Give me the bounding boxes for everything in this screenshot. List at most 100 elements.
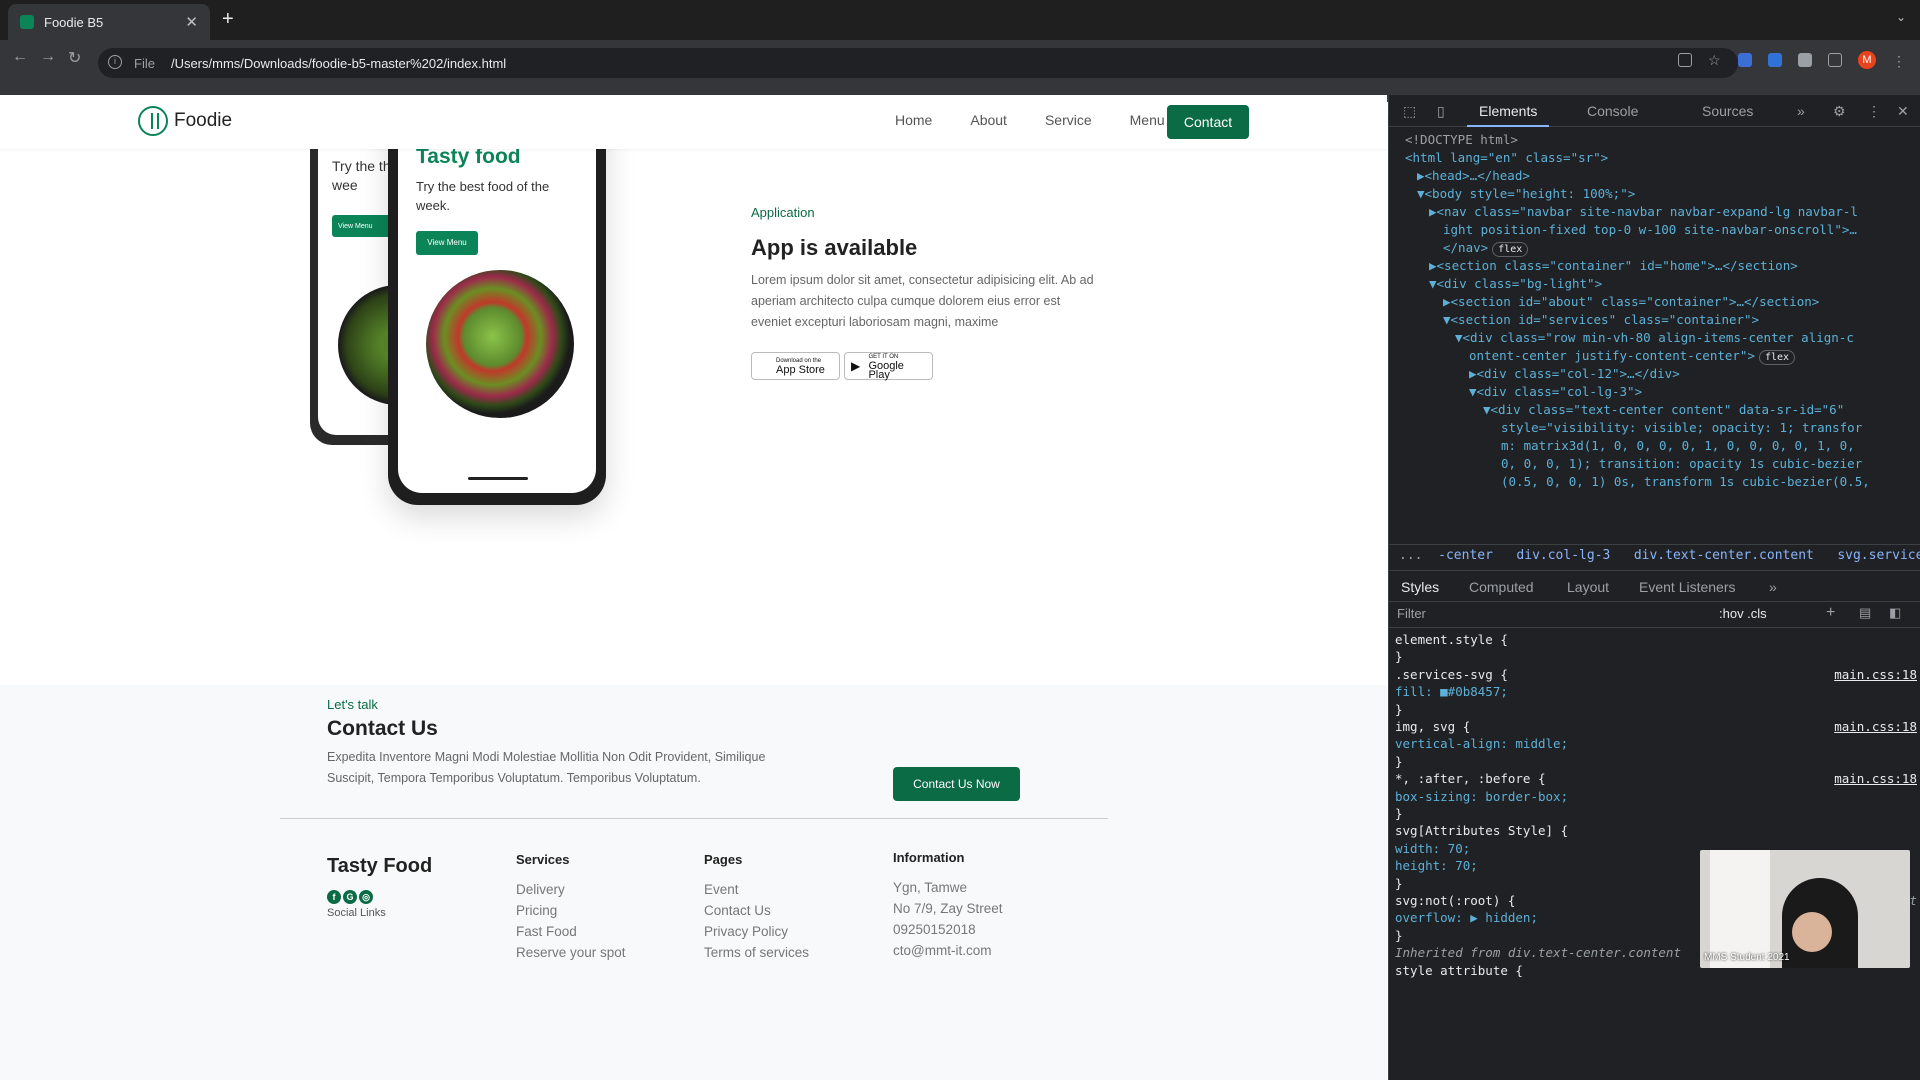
footer-link[interactable]: Privacy Policy bbox=[704, 921, 809, 942]
style-rule-line: svg:not(:root) { bbox=[1395, 893, 1516, 908]
crumb[interactable]: div.col-lg-3 bbox=[1516, 548, 1610, 563]
instagram-icon[interactable]: ◎ bbox=[359, 890, 373, 904]
dom-node-line[interactable]: style="visibility: visible; opacity: 1; … bbox=[1501, 419, 1862, 437]
information-heading: Information bbox=[893, 850, 965, 865]
extension-f-icon[interactable] bbox=[1768, 53, 1782, 67]
flex-badge[interactable]: flex bbox=[1492, 242, 1529, 257]
style-rule-line: svg[Attributes Style] { bbox=[1395, 823, 1569, 839]
styles-filter-input[interactable]: Filter bbox=[1397, 606, 1426, 621]
style-source-link[interactable]: main.css:18 bbox=[1834, 666, 1917, 683]
dom-node-line[interactable]: (0.5, 0, 0, 1) 0s, transform 1s cubic-be… bbox=[1501, 473, 1870, 491]
share-icon[interactable] bbox=[1678, 53, 1692, 67]
settings-gear-icon[interactable]: ⚙ bbox=[1833, 103, 1849, 119]
close-tab-icon[interactable]: ✕ bbox=[185, 13, 198, 31]
nav-contact-button[interactable]: Contact bbox=[1167, 105, 1249, 139]
dom-node-line[interactable]: ▼<body style="height: 100%;"> bbox=[1417, 185, 1635, 203]
crumb[interactable]: ... bbox=[1399, 548, 1422, 563]
dom-node-line[interactable]: <html lang="en" class="sr"> bbox=[1405, 149, 1608, 167]
facebook-icon[interactable]: f bbox=[327, 890, 341, 904]
tab-elements[interactable]: Elements bbox=[1466, 103, 1550, 127]
app-store-button[interactable]: Download on the App Store bbox=[751, 352, 840, 380]
page-viewport: Foodie Home About Service Menu Contact T… bbox=[0, 95, 1387, 1080]
browser-tab[interactable]: Foodie B5 ✕ bbox=[8, 4, 210, 40]
devtools-tabs: ⬚ ▯ Elements Console Sources » ⚙ ⋮ ✕ bbox=[1389, 95, 1920, 127]
nav-home[interactable]: Home bbox=[895, 112, 932, 128]
footer-link[interactable]: Event bbox=[704, 879, 809, 900]
hov-cls-toggles[interactable]: :hov .cls bbox=[1719, 606, 1767, 621]
style-rule-line: .services-svg { bbox=[1395, 666, 1508, 682]
new-tab-button[interactable]: + bbox=[222, 8, 234, 31]
dom-node-line[interactable]: <!DOCTYPE html> bbox=[1405, 131, 1518, 149]
nav-about[interactable]: About bbox=[970, 112, 1007, 128]
inspect-element-icon[interactable]: ⬚ bbox=[1403, 103, 1419, 119]
subtab-layout[interactable]: Layout bbox=[1567, 579, 1609, 595]
computed-toggle-icon[interactable]: ▤ bbox=[1859, 605, 1871, 621]
close-devtools-icon[interactable]: ✕ bbox=[1897, 103, 1913, 119]
style-source-link[interactable]: main.css:18 bbox=[1834, 718, 1917, 735]
dom-node-line[interactable]: ▼<div class="row min-vh-80 align-items-c… bbox=[1455, 329, 1854, 347]
extensions-puzzle-icon[interactable] bbox=[1798, 53, 1812, 67]
crumb[interactable]: -center bbox=[1438, 548, 1493, 563]
more-tabs-icon[interactable]: » bbox=[1797, 103, 1813, 119]
footer-link[interactable]: Terms of services bbox=[704, 942, 809, 963]
dom-node-line[interactable]: ▶<div class="col-12">…</div> bbox=[1469, 365, 1680, 383]
reload-icon[interactable]: ↻ bbox=[68, 48, 81, 68]
device-toolbar-icon[interactable]: ▯ bbox=[1437, 103, 1453, 119]
dom-node-line[interactable]: 0, 0, 0, 1); transition: opacity 1s cubi… bbox=[1501, 455, 1862, 473]
style-source-link[interactable]: main.css:18 bbox=[1834, 770, 1917, 787]
footer-link[interactable]: Reserve your spot bbox=[516, 942, 626, 963]
dom-node-line[interactable]: ▶<section id="about" class="container">…… bbox=[1443, 293, 1819, 311]
subtab-event-listeners[interactable]: Event Listeners bbox=[1639, 579, 1736, 595]
contact-section: Let's talk Contact Us Expedita Inventore… bbox=[0, 685, 1387, 1080]
footer-link[interactable]: Fast Food bbox=[516, 921, 626, 942]
footer-link[interactable]: Pricing bbox=[516, 900, 626, 921]
dom-node-line[interactable]: ight position-fixed top-0 w-100 site-nav… bbox=[1443, 221, 1857, 239]
devtools-menu-icon[interactable]: ⋮ bbox=[1867, 103, 1883, 119]
crumb[interactable]: div.text-center.content bbox=[1634, 548, 1814, 563]
dom-node-line[interactable]: ▶<section class="container" id="home">…<… bbox=[1429, 257, 1798, 275]
dom-node-line[interactable]: ▼<div class="text-center content" data-s… bbox=[1483, 401, 1844, 419]
contact-us-now-button[interactable]: Contact Us Now bbox=[893, 767, 1020, 801]
side-panel-icon[interactable] bbox=[1828, 53, 1842, 67]
profile-avatar[interactable]: M bbox=[1858, 51, 1876, 69]
footer-link[interactable]: Contact Us bbox=[704, 900, 809, 921]
dom-node-line[interactable]: ▼<div class="col-lg-3"> bbox=[1469, 383, 1642, 401]
more-subtabs-icon[interactable]: » bbox=[1769, 579, 1777, 595]
tab-sources[interactable]: Sources bbox=[1702, 103, 1753, 119]
dom-node-line[interactable]: m: matrix3d(1, 0, 0, 0, 0, 1, 0, 0, 0, 0… bbox=[1501, 437, 1855, 455]
footer-link[interactable]: Delivery bbox=[516, 879, 626, 900]
flex-badge[interactable]: flex bbox=[1758, 350, 1796, 365]
nav-service[interactable]: Service bbox=[1045, 112, 1092, 128]
address-bar[interactable]: i File /Users/mms/Downloads/foodie-b5-ma… bbox=[98, 48, 1738, 78]
extension-shield-icon[interactable] bbox=[1738, 53, 1752, 67]
dom-tree[interactable]: <!DOCTYPE html> <html lang="en" class="sr… bbox=[1389, 131, 1920, 533]
nav-menu[interactable]: Menu bbox=[1130, 112, 1165, 128]
site-navbar: Foodie Home About Service Menu Contact bbox=[0, 95, 1387, 149]
phone-subtitle: Try the best food of the week. bbox=[416, 179, 550, 213]
new-rule-icon[interactable]: + bbox=[1826, 604, 1835, 622]
site-info-icon[interactable]: i bbox=[108, 55, 122, 69]
dom-node-line[interactable]: ▼<div class="bg-light"> bbox=[1429, 275, 1602, 293]
google-icon[interactable]: G bbox=[343, 890, 357, 904]
application-label: Application bbox=[751, 205, 815, 220]
crumb[interactable]: svg.services-svg bbox=[1837, 548, 1920, 563]
back-icon[interactable]: ← bbox=[12, 48, 28, 66]
subtab-styles[interactable]: Styles bbox=[1401, 579, 1439, 595]
tab-search-icon[interactable]: ⌄ bbox=[1896, 10, 1906, 24]
dom-node-line[interactable]: ontent-center justify-content-center"> fl… bbox=[1469, 347, 1796, 365]
subtab-computed[interactable]: Computed bbox=[1469, 579, 1534, 595]
site-logo[interactable]: Foodie bbox=[138, 106, 232, 136]
google-play-button[interactable]: ▶ GET IT ON Google Play bbox=[844, 352, 933, 380]
dom-node-line[interactable]: ▶<nav class="navbar site-navbar navbar-e… bbox=[1429, 203, 1858, 221]
dom-node-line[interactable]: ▼<section id="services" class="container… bbox=[1443, 311, 1759, 329]
forward-icon[interactable]: → bbox=[40, 48, 56, 66]
social-links-label: Social Links bbox=[327, 907, 386, 919]
browser-menu-icon[interactable]: ⋮ bbox=[1892, 53, 1906, 69]
tab-console[interactable]: Console bbox=[1587, 103, 1638, 119]
style-rule-line: element.style { bbox=[1395, 632, 1508, 647]
sidebar-toggle-icon[interactable]: ◧ bbox=[1889, 605, 1901, 621]
style-rule-line: } bbox=[1395, 701, 1403, 717]
star-icon[interactable]: ☆ bbox=[1708, 53, 1722, 67]
dom-node-line[interactable]: ▶<head>…</head> bbox=[1417, 167, 1530, 185]
dom-node-line[interactable]: </nav> flex bbox=[1443, 239, 1529, 257]
